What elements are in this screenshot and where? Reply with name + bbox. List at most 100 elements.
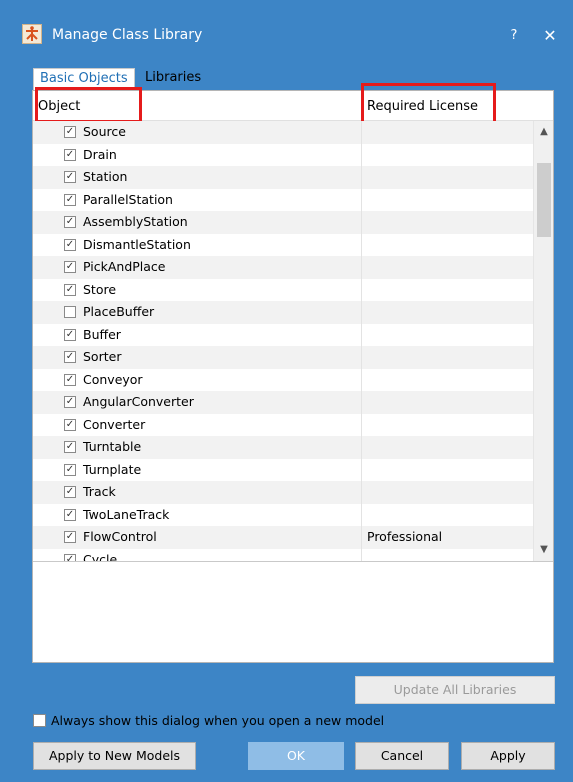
column-divider (361, 548, 362, 561)
item-name: Turntable (83, 439, 142, 454)
list-item[interactable]: ✓ Drain (33, 143, 533, 166)
window-title: Manage Class Library (52, 27, 203, 43)
item-name: PlaceBuffer (83, 304, 155, 319)
item-checkbox[interactable]: ✓ (64, 373, 76, 386)
class-list-panel: Object Required License ✓ Source ✓ Drain ✓ St… (32, 83, 554, 663)
item-name: PickAndPlace (83, 259, 166, 274)
list-item[interactable]: ✓ FlowControl Professional (33, 526, 533, 549)
title-bar: Manage Class Library ? ✕ (0, 0, 573, 48)
list-item[interactable]: ✓ AngularConverter (33, 391, 533, 414)
ok-button[interactable]: OK (248, 742, 344, 770)
item-name: Sorter (83, 349, 122, 364)
column-divider (361, 413, 362, 436)
item-name: Station (83, 169, 128, 184)
item-checkbox[interactable]: ✓ (64, 418, 76, 431)
list-item[interactable]: ✓ Cycle (33, 548, 533, 562)
description-area (33, 561, 553, 662)
column-divider (361, 301, 362, 324)
item-name: Track (83, 484, 116, 499)
item-checkbox[interactable]: ✓ (64, 283, 76, 296)
close-button[interactable]: ✕ (537, 24, 563, 48)
scroll-thumb[interactable] (537, 163, 551, 237)
cancel-button[interactable]: Cancel (355, 742, 449, 770)
item-checkbox[interactable]: ✓ (64, 351, 76, 363)
column-divider (361, 256, 362, 279)
column-divider (361, 503, 362, 526)
item-name: Conveyor (83, 371, 143, 387)
apply-button[interactable]: Apply (461, 742, 555, 770)
item-name: Source (83, 124, 126, 139)
item-checkbox[interactable]: ✓ (64, 238, 76, 251)
object-list: ✓ Source ✓ Drain ✓ Station ✓ ParallelStation ✓ As… (33, 121, 533, 561)
item-checkbox[interactable]: ✓ (64, 441, 76, 453)
list-item[interactable]: ✓ PickAndPlace (33, 256, 533, 279)
item-checkbox[interactable]: ✓ (64, 216, 76, 228)
item-name: Drain (83, 146, 117, 162)
item-name: ParallelStation (83, 191, 173, 207)
list-item[interactable]: ✓ DismantleStation (33, 233, 533, 256)
item-name: AngularConverter (83, 394, 194, 409)
item-checkbox[interactable]: ✓ (64, 508, 76, 521)
item-checkbox[interactable]: ✓ (64, 396, 76, 408)
item-name: FlowControl (83, 529, 157, 544)
item-checkbox[interactable]: ✓ (64, 148, 76, 161)
list-item[interactable]: ✓ TwoLaneTrack (33, 503, 533, 526)
item-checkbox[interactable]: ✓ (64, 261, 76, 273)
list-item[interactable]: ✓ Converter (33, 413, 533, 436)
column-divider (361, 391, 362, 414)
list-header: Object Required License (33, 83, 553, 124)
column-divider (361, 166, 362, 189)
column-divider (361, 323, 362, 346)
item-name: Store (83, 281, 117, 297)
item-name: Buffer (83, 326, 121, 342)
list-item[interactable]: ✓ Station (33, 166, 533, 189)
item-checkbox[interactable]: ✓ (64, 126, 76, 138)
column-divider (361, 368, 362, 391)
item-checkbox[interactable]: ✓ (64, 531, 76, 543)
highlight-box-license (361, 83, 496, 124)
always-show-checkbox[interactable] (33, 714, 46, 727)
item-checkbox[interactable]: ✓ (64, 553, 76, 561)
list-scrollbar[interactable]: ▲ ▼ (533, 121, 553, 561)
item-checkbox[interactable]: ✓ (64, 486, 76, 498)
item-name: Turnplate (83, 461, 142, 477)
item-name: TwoLaneTrack (83, 506, 170, 522)
list-item[interactable]: ✓ Conveyor (33, 368, 533, 391)
item-checkbox[interactable]: ✓ (64, 193, 76, 206)
column-divider (361, 233, 362, 256)
item-checkbox[interactable]: ✓ (64, 171, 76, 183)
update-all-libraries-button[interactable]: Update All Libraries (355, 676, 555, 704)
item-name: AssemblyStation (83, 214, 188, 229)
column-divider (361, 211, 362, 234)
column-divider (361, 188, 362, 211)
highlight-box-object (35, 87, 142, 123)
item-checkbox[interactable] (64, 306, 76, 318)
column-divider (361, 143, 362, 166)
list-item[interactable]: PlaceBuffer (33, 301, 533, 324)
list-item[interactable]: ✓ Turntable (33, 436, 533, 459)
scroll-up-arrow-icon[interactable]: ▲ (534, 121, 554, 143)
list-item[interactable]: ✓ Buffer (33, 323, 533, 346)
item-name: Cycle (83, 551, 118, 562)
column-divider (361, 278, 362, 301)
tab-libraries[interactable]: Libraries (139, 68, 209, 90)
list-item[interactable]: ✓ AssemblyStation (33, 211, 533, 234)
column-divider (361, 458, 362, 481)
window-left-border (0, 0, 10, 782)
scroll-down-arrow-icon[interactable]: ▼ (534, 539, 554, 561)
always-show-label: Always show this dialog when you open a … (51, 713, 385, 728)
list-item[interactable]: ✓ Turnplate (33, 458, 533, 481)
list-item[interactable]: ✓ Sorter (33, 346, 533, 369)
column-divider (361, 436, 362, 459)
item-checkbox[interactable]: ✓ (64, 463, 76, 476)
list-item[interactable]: ✓ Store (33, 278, 533, 301)
item-checkbox[interactable]: ✓ (64, 328, 76, 341)
column-divider (361, 346, 362, 369)
item-required-license: Professional (367, 529, 443, 544)
apply-to-new-models-button[interactable]: Apply to New Models (33, 742, 196, 770)
item-name: Converter (83, 416, 146, 432)
list-item[interactable]: ✓ Track (33, 481, 533, 504)
list-item[interactable]: ✓ Source (33, 121, 533, 144)
help-button[interactable]: ? (502, 26, 526, 46)
list-item[interactable]: ✓ ParallelStation (33, 188, 533, 211)
